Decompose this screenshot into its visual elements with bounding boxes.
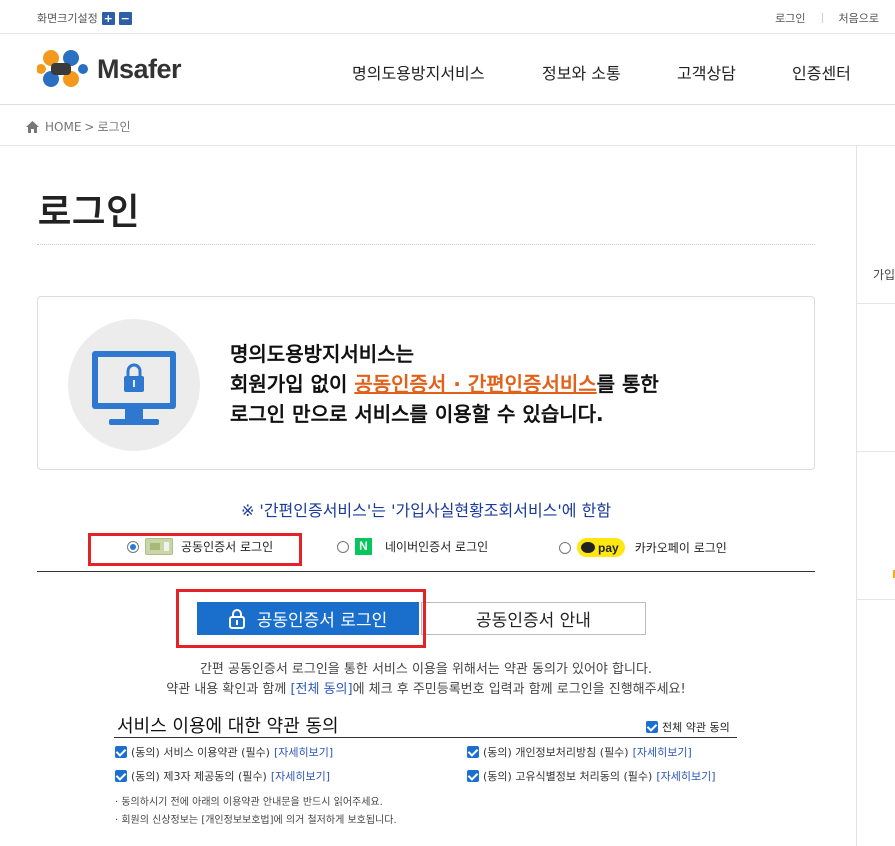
terms-divider (114, 737, 737, 738)
top-home-link[interactable]: 처음으로 (839, 10, 879, 26)
breadcrumb-home[interactable]: HOME (45, 120, 81, 134)
logo-mark-icon (37, 50, 88, 87)
term-label: (동의) 제3자 제공동의 (필수) (131, 770, 267, 783)
kakaopay-icon: pay (577, 538, 625, 557)
logo-text: Msafer (97, 53, 182, 84)
option-label: 네이버인증서 로그인 (385, 540, 489, 554)
terms-note-1: · 동의하시기 전에 아래의 이용약관 안내문을 반드시 읽어주세요. (115, 797, 383, 808)
option-label: 카카오페이 로그인 (634, 541, 727, 555)
zoom-in-button[interactable]: + (101, 11, 115, 25)
description-line-1: 간편 공동인증서 로그인을 통한 서비스 이용을 위해서는 약관 동의가 있어야… (199, 662, 653, 677)
term-detail-link[interactable]: [자세히보기] (633, 744, 692, 760)
info-line-3: 로그인 만으로 서비스를 이용할 수 있습니다. (230, 402, 604, 426)
breadcrumb-separator: > (84, 119, 95, 134)
term-service[interactable]: (동의) 서비스 이용약관 (필수) [자세히보기] (115, 744, 333, 760)
checkbox-checked-icon[interactable] (467, 746, 479, 758)
info-box: 명의도용방지서비스는 회원가입 없이 공동인증서 · 간편인증서비스를 통한 로… (37, 296, 815, 470)
divider (857, 451, 895, 452)
site-header: Msafer 명의도용방지서비스 정보와 소통 고객상담 인증센터 (0, 35, 895, 105)
side-panel: 가입 (856, 146, 895, 846)
nav-identity-theft-service[interactable]: 명의도용방지서비스 (352, 60, 484, 84)
logo[interactable]: Msafer (37, 49, 182, 89)
screen-size-setting: 화면크기설정 + − (37, 10, 132, 26)
divider (857, 599, 895, 600)
screen-size-label: 화면크기설정 (37, 12, 98, 25)
terms-note-2: · 회원의 신상정보는 [개인정보보호법]에 의거 철저하게 보호됩니다. (115, 815, 397, 826)
breadcrumb-current: 로그인 (97, 120, 131, 134)
breadcrumb: HOME > 로그인 (0, 106, 895, 146)
term-label: (동의) 서비스 이용약관 (필수) (131, 746, 270, 759)
description-line-2: 약관 내용 확인과 함께 [전체 동의]에 체크 후 주민등록번호 입력과 함께… (166, 682, 686, 697)
term-label: (동의) 개인정보처리방침 (필수) (483, 746, 629, 759)
page-title: 로그인 (38, 192, 141, 233)
info-line-2-pre: 회원가입 없이 (230, 372, 355, 396)
term-third-party[interactable]: (동의) 제3자 제공동의 (필수) [자세히보기] (115, 768, 330, 784)
info-illustration (68, 319, 200, 451)
nav-certification-center[interactable]: 인증센터 (792, 60, 851, 84)
nav-info-communication[interactable]: 정보와 소통 (542, 60, 621, 84)
top-login-link[interactable]: 로그인 (775, 10, 805, 26)
info-line-2: 회원가입 없이 공동인증서 · 간편인증서비스를 통한 (230, 369, 659, 399)
nav-customer-support[interactable]: 고객상담 (677, 60, 736, 84)
all-agree-reference: [전체 동의] (290, 682, 353, 697)
certificate-guide-button[interactable]: 공동인증서 안내 (421, 602, 646, 635)
home-icon[interactable] (26, 120, 39, 133)
divider (857, 303, 895, 304)
zoom-out-button[interactable]: − (118, 11, 132, 25)
info-line-2-post: 를 통한 (596, 372, 659, 396)
agree-all-checkbox[interactable]: 전체 약관 동의 (646, 719, 730, 735)
radio-kakaopay[interactable] (559, 541, 571, 554)
radio-naver-certificate[interactable] (337, 540, 349, 553)
option-naver-certificate[interactable]: N 네이버인증서 로그인 (337, 538, 488, 555)
checkbox-checked-icon[interactable] (115, 746, 127, 758)
terms-title: 서비스 이용에 대한 약관 동의 (117, 716, 339, 737)
term-privacy[interactable]: (동의) 개인정보처리방침 (필수) [자세히보기] (467, 744, 692, 760)
option-kakaopay[interactable]: pay 카카오페이 로그인 (559, 538, 727, 557)
title-divider (37, 244, 815, 245)
naver-icon: N (355, 538, 372, 555)
utility-links: 로그인 처음으로 (775, 10, 879, 26)
divider (821, 13, 823, 23)
term-detail-link[interactable]: [자세히보기] (656, 768, 715, 784)
notice-text: ※ '간편인증서비스'는 '가입사실현황조회서비스'에 한함 (240, 501, 612, 520)
side-panel-label[interactable]: 가입 (873, 266, 895, 283)
top-utility-bar: 화면크기설정 + − 로그인 처음으로 (0, 0, 895, 34)
info-text: 명의도용방지서비스는 회원가입 없이 공동인증서 · 간편인증서비스를 통한 로… (230, 339, 659, 429)
term-detail-link[interactable]: [자세히보기] (274, 744, 333, 760)
term-detail-link[interactable]: [자세히보기] (271, 768, 330, 784)
info-line-1: 명의도용방지서비스는 (230, 342, 414, 366)
checkbox-checked-icon[interactable] (646, 721, 658, 733)
term-label: (동의) 고유식별정보 처리동의 (필수) (483, 770, 653, 783)
checkbox-checked-icon[interactable] (467, 770, 479, 782)
locked-monitor-icon (92, 351, 176, 425)
agree-all-label: 전체 약관 동의 (662, 721, 730, 734)
checkbox-checked-icon[interactable] (115, 770, 127, 782)
highlight-frame (88, 533, 302, 566)
description: 간편 공동인증서 로그인을 통한 서비스 이용을 위해서는 약관 동의가 있어야… (0, 660, 852, 700)
term-unique-id[interactable]: (동의) 고유식별정보 처리동의 (필수) [자세히보기] (467, 768, 716, 784)
highlight-frame (176, 589, 426, 648)
info-highlight: 공동인증서 · 간편인증서비스 (354, 372, 597, 396)
